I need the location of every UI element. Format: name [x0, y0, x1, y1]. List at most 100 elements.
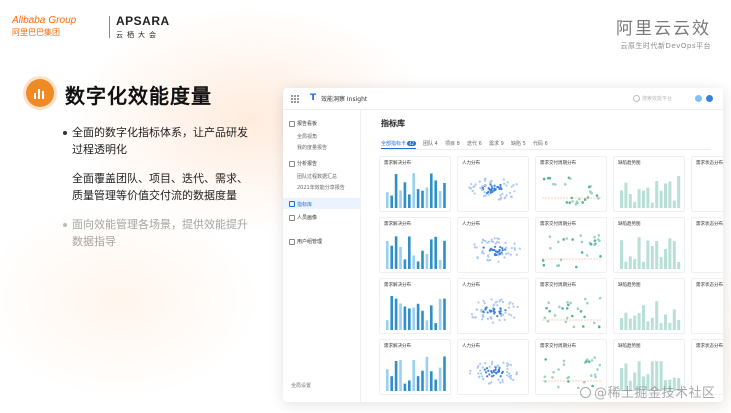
thumbnail-point [476, 308, 479, 311]
thumbnail-point [551, 376, 554, 379]
thumbnail-point [496, 185, 499, 189]
thumbnail-point [566, 303, 570, 307]
metric-card[interactable]: 需求解决分布 [379, 339, 451, 395]
search-input[interactable]: 搜索效能平台 [633, 94, 693, 104]
thumbnail-point [498, 300, 501, 303]
thumbnail-point [489, 181, 492, 184]
thumbnail-point [475, 246, 478, 249]
sidebar-item-global[interactable]: 全局视角 [297, 133, 317, 140]
thumbnail-point [505, 194, 508, 197]
thumbnail-point [499, 183, 502, 187]
metric-card[interactable]: 人力分布 [457, 339, 529, 395]
sidebar-group-reports[interactable]: 报告看板 [289, 120, 317, 127]
thumbnail-point [515, 183, 518, 186]
thumbnail-point [482, 310, 485, 313]
thumbnail-point [586, 196, 590, 199]
sidebar-item-team[interactable]: 团队过程数据汇总 [297, 173, 337, 180]
metric-card-thumbnail [542, 296, 602, 329]
tab-project[interactable]: 项目 8 [445, 140, 460, 147]
thumbnail-bar [646, 240, 650, 269]
metric-card[interactable]: 人力分布 [457, 217, 529, 273]
thumbnail-bar [425, 187, 429, 208]
thumbnail-bar [394, 173, 398, 208]
thumbnail-point [583, 297, 587, 301]
thumbnail-point [481, 366, 484, 369]
thumbnail-point [487, 187, 490, 190]
metric-card-thumbnail [386, 295, 446, 330]
metric-card[interactable]: 需求状态分布 [691, 156, 723, 212]
metric-card[interactable]: 缺陷趋势图 [613, 217, 685, 273]
thumbnail-point [507, 306, 511, 309]
thumbnail-point [593, 243, 596, 247]
thumbnail-point [509, 253, 512, 256]
thumbnail-point [580, 251, 584, 254]
metric-card[interactable]: 需求解决分布 [379, 217, 451, 273]
thumbnail-point [482, 246, 485, 249]
thumbnail-point [484, 371, 488, 374]
avatar[interactable] [706, 95, 713, 102]
sidebar-item-2021[interactable]: 2021年效能分享报告 [297, 184, 345, 191]
thumbnail-point [552, 370, 555, 374]
thumbnail-point [496, 304, 499, 307]
thumbnail-point [488, 382, 491, 385]
thumbnail-point [518, 247, 521, 250]
thumbnail-point [501, 192, 504, 195]
metric-card[interactable]: 人力分布 [457, 278, 529, 334]
sidebar-item-my-report[interactable]: 我的度量报告 [297, 144, 327, 151]
thumbnail-bar [425, 320, 429, 330]
thumbnail-point [486, 311, 489, 314]
metric-card-title: 需求交付周期分布 [540, 161, 576, 166]
thumbnail-point [581, 325, 585, 328]
tab-requirement[interactable]: 需求 9 [489, 140, 504, 147]
thumbnail-point [482, 299, 485, 303]
sidebar-item-user-groups[interactable]: 用户组管理 [289, 238, 322, 245]
metric-card[interactable]: 需求解决分布 [379, 278, 451, 334]
thumbnail-point [516, 305, 519, 309]
tab-all[interactable]: 全部指标卡 42 [381, 140, 417, 149]
thumbnail-point [488, 365, 491, 368]
thumbnail-bar [637, 313, 641, 330]
metric-card[interactable]: 需求交付周期分布 [535, 217, 607, 273]
metric-card[interactable]: 人力分布 [457, 156, 529, 212]
thumbnail-point [543, 375, 547, 379]
tab-sprint[interactable]: 迭代 6 [467, 140, 482, 147]
thumbnail-point [583, 315, 586, 319]
thumbnail-point [512, 378, 515, 381]
thumbnail-point [499, 375, 502, 378]
thumbnail-bar [434, 180, 437, 208]
metric-card[interactable]: 需求状态分布 [691, 217, 723, 273]
help-icon[interactable] [695, 95, 702, 102]
sidebar-group-analysis[interactable]: 分析报告 [289, 160, 317, 167]
metric-card[interactable]: 需求交付周期分布 [535, 278, 607, 334]
sidebar-footer-settings[interactable]: 全局设置 [291, 382, 311, 389]
thumbnail-point [493, 184, 496, 187]
thumbnail-point [477, 364, 480, 368]
metric-card[interactable]: 需求状态分布 [691, 278, 723, 334]
tab-team[interactable]: 团队 4 [423, 140, 438, 147]
thumbnail-point [513, 316, 516, 319]
yunxiao-title: 阿里云云效 [616, 19, 711, 39]
metric-card[interactable]: 缺陷趋势图 [613, 156, 685, 212]
thumbnail-point [493, 237, 496, 240]
tab-code[interactable]: 代码 6 [533, 140, 548, 147]
metric-card[interactable]: 需求交付周期分布 [535, 156, 607, 212]
metric-card[interactable]: 缺陷趋势图 [613, 278, 685, 334]
tab-defect[interactable]: 缺陷 5 [511, 140, 526, 147]
metric-card[interactable]: 需求解决分布 [379, 156, 451, 212]
thumbnail-point [557, 368, 560, 371]
metric-tabs: 全部指标卡 42 团队 4 项目 8 迭代 6 需求 9 缺陷 5 代码 6 [381, 138, 711, 150]
sidebar-item-metrics[interactable]: 指标库 [283, 198, 361, 209]
thumbnail-bar [399, 303, 402, 330]
thumbnail-bar [443, 356, 446, 391]
thumbnail-point [496, 241, 499, 244]
insight-logo-icon: T [310, 93, 317, 103]
sidebar-item-persona[interactable]: 人员画像 [289, 214, 317, 221]
thumbnail-bar [664, 183, 667, 208]
thumbnail-point [490, 381, 493, 384]
metric-card-title: 需求解决分布 [384, 161, 411, 166]
thumbnail-point [503, 197, 506, 200]
thumbnail-bar [642, 261, 645, 269]
thumbnail-point [594, 375, 597, 379]
apps-grid-icon[interactable] [291, 95, 299, 103]
metric-card-title: 需求解决分布 [384, 283, 411, 288]
